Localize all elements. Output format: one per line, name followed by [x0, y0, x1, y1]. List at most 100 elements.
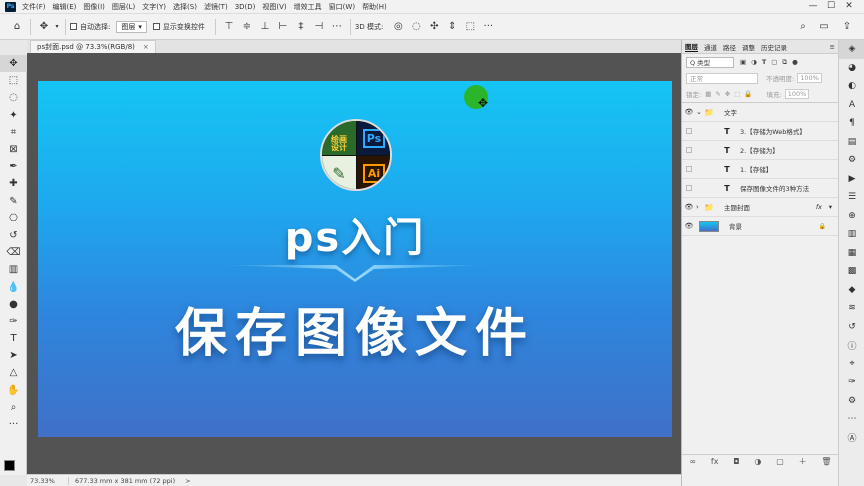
blend-mode-dropdown[interactable]: 正常 [686, 72, 758, 84]
status-arrow-icon[interactable]: > [185, 477, 190, 485]
group-icon[interactable]: ▢ [776, 457, 784, 466]
eraser-icon[interactable]: ⌫ [0, 244, 27, 261]
align-vcenter-icon[interactable]: ≑ [238, 19, 256, 35]
align-right-icon[interactable]: ⊣ [310, 19, 328, 35]
shape-tool-icon[interactable]: △ [0, 364, 27, 381]
adjustments-icon[interactable]: ◐ [839, 77, 864, 96]
search-icon[interactable]: ⌕ [794, 19, 812, 35]
libraries-icon[interactable]: ▤ [839, 133, 864, 152]
align-hcenter-icon[interactable]: ‡ [292, 19, 310, 35]
history-brush-icon[interactable]: ↺ [0, 227, 27, 244]
lock-pixels-icon[interactable]: ▦ [705, 90, 711, 98]
new-layer-icon[interactable]: ＋ [799, 456, 807, 467]
move-tool-icon[interactable]: ✥ [0, 55, 27, 73]
align-bottom-icon[interactable]: ⊥ [256, 19, 274, 35]
menu-item[interactable]: 视图(V) [262, 3, 286, 11]
visibility-eye-icon[interactable]: 👁 [682, 108, 696, 116]
menu-item[interactable]: 文字(Y) [142, 3, 166, 11]
layer-row[interactable]: 👁 背景 🔒 [682, 217, 838, 236]
roll-3d-icon[interactable]: ◌ [407, 19, 425, 35]
visibility-eye-icon[interactable]: 👁 [682, 203, 696, 211]
menu-item[interactable]: 帮助(H) [362, 3, 387, 11]
chevron-down-icon[interactable]: ▾ [829, 203, 832, 211]
checkbox-box[interactable] [70, 23, 77, 30]
shape-icon[interactable]: ◆ [839, 281, 864, 300]
blur-tool-icon[interactable]: 💧 [0, 278, 27, 295]
orbit-3d-icon[interactable]: ◎ [389, 19, 407, 35]
color-icon[interactable]: ◕ [839, 59, 864, 78]
paragraph-icon[interactable]: ¶ [839, 114, 864, 133]
layer-row[interactable]: T 1.【存储】 [682, 160, 838, 179]
visibility-toggle[interactable] [682, 185, 696, 191]
panel-tab-3[interactable]: 调整 [742, 42, 755, 52]
crop-tool-icon[interactable]: ⌗ [0, 124, 27, 141]
panel-tab-1[interactable]: 通道 [704, 42, 717, 52]
menu-item[interactable]: 窗口(W) [329, 3, 355, 11]
brush-settings-icon[interactable]: ⊕ [839, 207, 864, 226]
info-icon[interactable]: ⓘ [839, 336, 864, 355]
layer-dropdown[interactable]: 图层 ▾ [116, 20, 147, 33]
marquee-tool-icon[interactable]: ⬚ [0, 72, 27, 89]
filter-toggle-icon[interactable]: ● [792, 58, 798, 66]
menu-item[interactable]: 选择(S) [173, 3, 197, 11]
pen-tool-icon[interactable]: ✑ [0, 313, 27, 330]
menu-item[interactable]: 文件(F) [22, 3, 46, 11]
filter-smart-icon[interactable]: ⧉ [782, 58, 787, 67]
fx-badge[interactable]: fx [816, 203, 822, 211]
layer-row[interactable]: 👁 ⌄ 📁 文字 [682, 103, 838, 122]
show-transform-checkbox[interactable]: 显示变换控件 [152, 22, 205, 32]
channel-icon[interactable]: ≋ [839, 299, 864, 318]
more-tools-icon[interactable]: ··· [0, 416, 27, 433]
foreground-color-swatch[interactable] [4, 460, 15, 471]
filter-shape-icon[interactable]: ▢ [771, 58, 777, 66]
close-icon[interactable]: ✕ [840, 1, 858, 11]
document-tab[interactable]: ps封面.psd @ 73.3%(RGB/8) × [30, 40, 156, 53]
quick-select-icon[interactable]: ✦ [0, 107, 27, 124]
filter-type-dropdown[interactable]: Q 类型 [686, 56, 734, 68]
opacity-value[interactable]: 100% [797, 73, 822, 83]
scale-3d-icon[interactable]: ⬚ [461, 19, 479, 35]
layer-row[interactable]: 👁 › 📁 主题封面 fx ▾ [682, 198, 838, 217]
distribute-icon[interactable]: ⋯ [328, 19, 346, 35]
chevron-down-icon[interactable]: ▾ [53, 19, 61, 35]
more-icon[interactable]: ⋯ [839, 410, 864, 429]
menu-item[interactable]: 图层(L) [112, 3, 135, 11]
mask-icon[interactable]: ◘ [733, 457, 739, 466]
healing-brush-icon[interactable]: ✚ [0, 175, 27, 192]
dodge-tool-icon[interactable]: ● [0, 296, 27, 313]
layer-row[interactable]: T 保存图像文件的3种方法 [682, 179, 838, 198]
trash-icon[interactable]: 🗑 [821, 457, 831, 466]
link-layers-icon[interactable]: ∞ [689, 457, 696, 466]
menu-item[interactable]: 图像(I) [83, 3, 105, 11]
lock-all-icon[interactable]: 🔒 [744, 90, 752, 98]
history-icon[interactable]: ↺ [839, 318, 864, 337]
chevron-icon[interactable]: ⌄ [696, 108, 704, 116]
layer-row[interactable]: T 3.【存储为Web格式】 [682, 122, 838, 141]
panel-tab-0[interactable]: 图层 [685, 41, 698, 52]
drag-3d-icon[interactable]: ✣ [425, 19, 443, 35]
adjustment-icon[interactable]: ◑ [754, 457, 761, 466]
visibility-toggle[interactable] [682, 166, 696, 172]
panel-tab-2[interactable]: 路径 [723, 42, 736, 52]
properties-icon[interactable]: ⚙ [839, 151, 864, 170]
clone-stamp-icon[interactable]: ⎔ [0, 210, 27, 227]
filter-pixel-icon[interactable]: ▣ [740, 58, 746, 66]
brush-tool-icon[interactable]: ✎ [0, 193, 27, 210]
close-icon[interactable]: × [143, 43, 149, 51]
align-left-icon[interactable]: ⊢ [274, 19, 292, 35]
filter-text-icon[interactable]: T [762, 58, 766, 66]
maximize-icon[interactable]: ☐ [822, 1, 840, 11]
minimize-icon[interactable]: — [804, 1, 822, 11]
visibility-toggle[interactable] [682, 147, 696, 153]
panel-tab-4[interactable]: 历史记录 [761, 42, 787, 52]
path-select-icon[interactable]: ➤ [0, 347, 27, 364]
fill-value[interactable]: 100% [784, 89, 810, 99]
auto-select-checkbox[interactable]: 自动选择: [70, 22, 110, 32]
chevron-icon[interactable]: › [696, 203, 704, 211]
lock-move-icon[interactable]: ✥ [725, 90, 730, 98]
zoom-tool-icon[interactable]: ⌕ [0, 399, 27, 416]
share-icon[interactable]: ⇪ [838, 19, 856, 35]
slide-3d-icon[interactable]: ⇕ [443, 19, 461, 35]
menu-item[interactable]: 3D(D) [235, 3, 256, 11]
navigator-icon[interactable]: ⌖ [839, 355, 864, 374]
